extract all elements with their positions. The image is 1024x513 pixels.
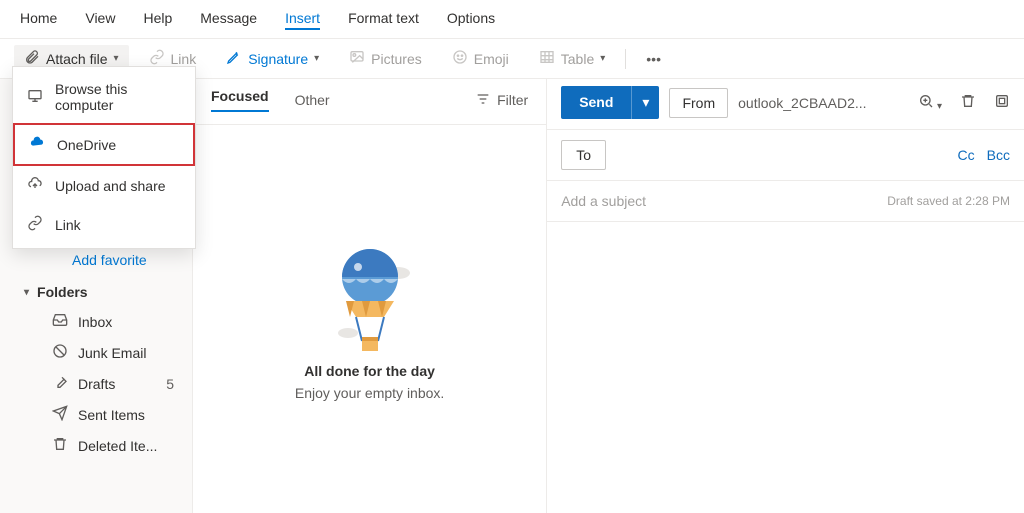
sent-icon bbox=[52, 405, 68, 424]
folders-header-label: Folders bbox=[37, 284, 88, 300]
ellipsis-icon: ••• bbox=[646, 51, 661, 67]
inbox-icon bbox=[52, 312, 68, 331]
empty-inbox-state: All done for the day Enjoy your empty in… bbox=[193, 125, 546, 513]
discard-button[interactable] bbox=[960, 93, 976, 112]
folder-drafts[interactable]: Drafts 5 bbox=[0, 368, 192, 399]
zoom-button[interactable]: ▾ bbox=[918, 93, 942, 112]
folders-header[interactable]: ▾ Folders bbox=[0, 278, 192, 306]
to-row: To Cc Bcc bbox=[547, 130, 1024, 181]
table-button[interactable]: Table ▾ bbox=[529, 45, 616, 72]
menu-insert[interactable]: Insert bbox=[285, 8, 320, 30]
draft-status: Draft saved at 2:28 PM bbox=[887, 194, 1010, 208]
subject-input[interactable] bbox=[561, 193, 887, 209]
chevron-down-icon: ▾ bbox=[600, 53, 605, 64]
empty-subtitle: Enjoy your empty inbox. bbox=[295, 385, 444, 401]
dropdown-browse-label: Browse this computer bbox=[55, 81, 181, 113]
filter-label: Filter bbox=[497, 92, 528, 108]
menu-options[interactable]: Options bbox=[447, 8, 495, 30]
pictures-button[interactable]: Pictures bbox=[339, 45, 432, 72]
compose-pane: Send ▾ From outlook_2CBAAD2... ▾ To Cc B… bbox=[547, 76, 1024, 513]
folder-label: Inbox bbox=[78, 314, 112, 330]
inbox-tabs: Focused Other Filter bbox=[193, 76, 546, 125]
dropdown-link[interactable]: Link bbox=[13, 205, 195, 244]
folder-label: Junk Email bbox=[78, 345, 146, 361]
folder-deleted[interactable]: Deleted Ite... bbox=[0, 430, 192, 461]
to-button[interactable]: To bbox=[561, 140, 606, 170]
menu-format-text[interactable]: Format text bbox=[348, 8, 419, 30]
subject-row: Draft saved at 2:28 PM bbox=[547, 181, 1024, 222]
chevron-down-icon: ▾ bbox=[642, 94, 649, 110]
more-button[interactable]: ••• bbox=[636, 47, 671, 71]
from-address: outlook_2CBAAD2... bbox=[738, 95, 866, 111]
chevron-down-icon: ▾ bbox=[314, 53, 319, 64]
emoji-label: Emoji bbox=[474, 51, 509, 67]
link-icon bbox=[27, 215, 43, 234]
dropdown-upload-share[interactable]: Upload and share bbox=[13, 166, 195, 205]
attach-file-label: Attach file bbox=[46, 51, 107, 67]
cc-button[interactable]: Cc bbox=[958, 147, 975, 163]
computer-icon bbox=[27, 88, 43, 107]
folder-label: Sent Items bbox=[78, 407, 145, 423]
tab-focused[interactable]: Focused bbox=[211, 88, 269, 112]
message-list-pane: Focused Other Filter All bbox=[192, 76, 547, 513]
pictures-icon bbox=[349, 49, 365, 68]
compose-header: Send ▾ From outlook_2CBAAD2... ▾ bbox=[547, 76, 1024, 130]
menu-view[interactable]: View bbox=[85, 8, 115, 30]
menu-help[interactable]: Help bbox=[143, 8, 172, 30]
filter-button[interactable]: Filter bbox=[475, 91, 528, 110]
attach-file-dropdown: Browse this computer OneDrive Upload and… bbox=[12, 66, 196, 249]
folder-junk[interactable]: Junk Email bbox=[0, 337, 192, 368]
folder-sent[interactable]: Sent Items bbox=[0, 399, 192, 430]
tab-other[interactable]: Other bbox=[295, 92, 330, 108]
table-icon bbox=[539, 49, 555, 68]
dropdown-onedrive-label: OneDrive bbox=[57, 137, 116, 153]
to-input[interactable] bbox=[616, 148, 948, 163]
dropdown-browse-computer[interactable]: Browse this computer bbox=[13, 71, 195, 123]
pen-icon bbox=[226, 49, 242, 68]
dropdown-onedrive[interactable]: OneDrive bbox=[13, 123, 195, 166]
table-label: Table bbox=[561, 51, 594, 67]
emoji-icon bbox=[452, 49, 468, 68]
trash-icon bbox=[52, 436, 68, 455]
balloon-illustration bbox=[320, 237, 420, 357]
empty-title: All done for the day bbox=[304, 363, 435, 379]
cloud-upload-icon bbox=[27, 176, 43, 195]
bcc-button[interactable]: Bcc bbox=[987, 147, 1010, 163]
folder-label: Drafts bbox=[78, 376, 115, 392]
onedrive-icon bbox=[29, 135, 45, 154]
pictures-label: Pictures bbox=[371, 51, 422, 67]
menu-message[interactable]: Message bbox=[200, 8, 257, 30]
from-button[interactable]: From bbox=[669, 88, 728, 118]
popout-button[interactable] bbox=[994, 93, 1010, 112]
link-label: Link bbox=[171, 51, 197, 67]
menu-bar: Home View Help Message Insert Format tex… bbox=[0, 0, 1024, 39]
folder-label: Deleted Ite... bbox=[78, 438, 157, 454]
signature-button[interactable]: Signature ▾ bbox=[216, 45, 329, 72]
junk-icon bbox=[52, 343, 68, 362]
emoji-button[interactable]: Emoji bbox=[442, 45, 519, 72]
folder-count: 5 bbox=[166, 376, 180, 392]
chevron-down-icon: ▾ bbox=[24, 287, 29, 298]
folder-inbox[interactable]: Inbox bbox=[0, 306, 192, 337]
chevron-down-icon: ▾ bbox=[934, 101, 942, 112]
send-split-button: Send ▾ bbox=[561, 86, 659, 119]
drafts-icon bbox=[52, 374, 68, 393]
signature-label: Signature bbox=[248, 51, 308, 67]
chevron-down-icon: ▾ bbox=[113, 53, 118, 64]
menu-home[interactable]: Home bbox=[20, 8, 57, 30]
filter-icon bbox=[475, 91, 491, 110]
dropdown-link-label: Link bbox=[55, 217, 81, 233]
dropdown-upload-label: Upload and share bbox=[55, 178, 166, 194]
send-dropdown-button[interactable]: ▾ bbox=[631, 86, 659, 119]
send-button[interactable]: Send bbox=[561, 86, 631, 119]
